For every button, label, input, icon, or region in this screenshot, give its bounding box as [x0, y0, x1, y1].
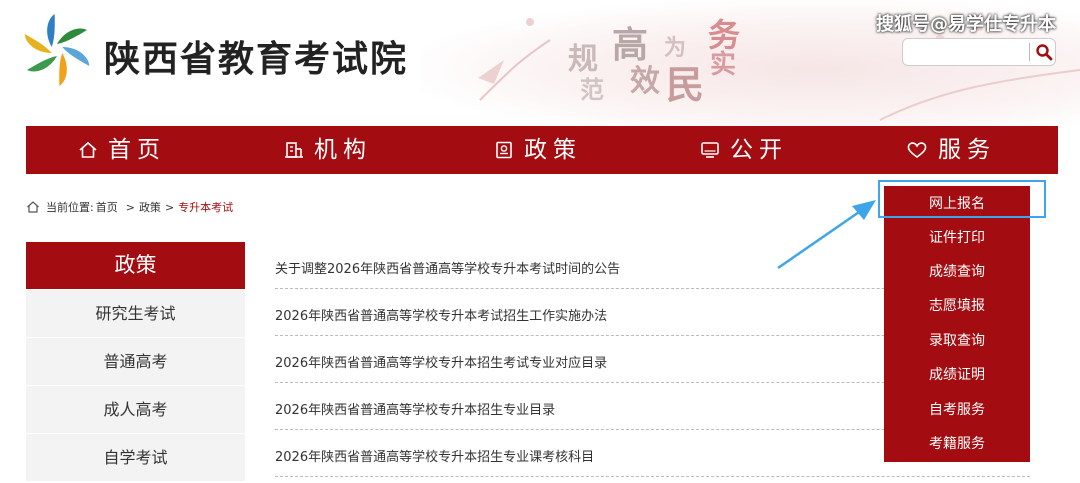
annotation-arrow-icon — [777, 200, 876, 270]
